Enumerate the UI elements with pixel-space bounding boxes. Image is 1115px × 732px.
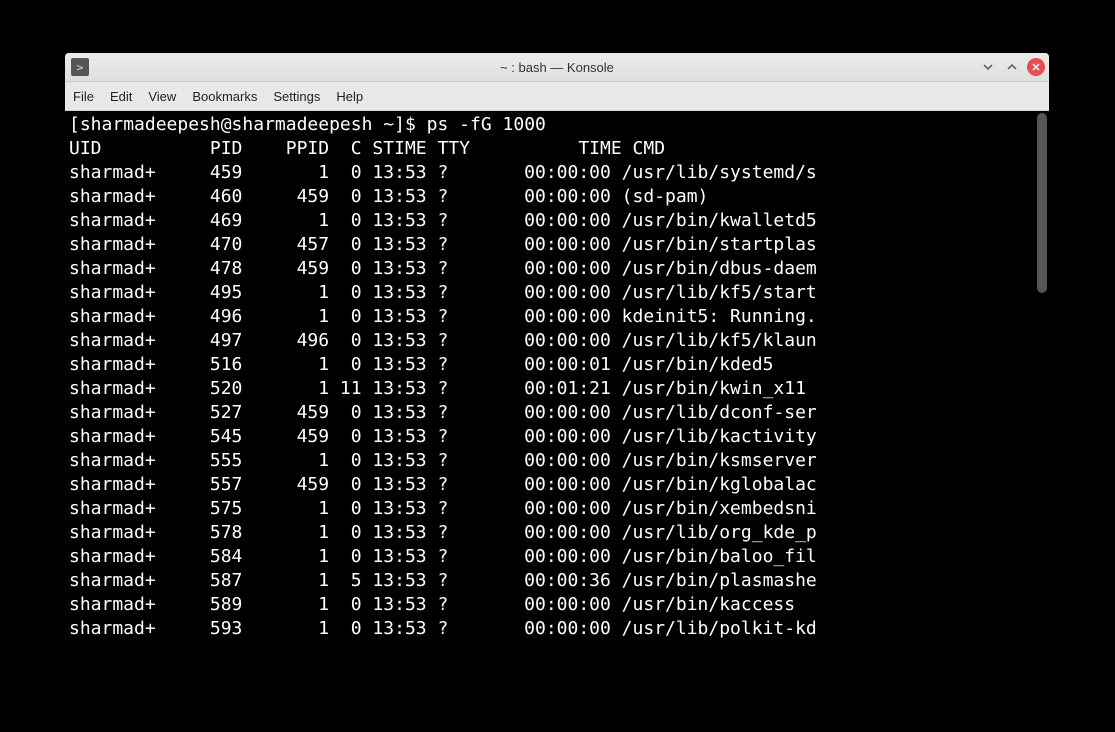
window-controls (979, 53, 1045, 81)
ps-row: sharmad+ 578 1 0 13:53 ? 00:00:00 /usr/l… (69, 521, 1045, 545)
ps-row: sharmad+ 593 1 0 13:53 ? 00:00:00 /usr/l… (69, 617, 1045, 641)
ps-row: sharmad+ 557 459 0 13:53 ? 00:00:00 /usr… (69, 473, 1045, 497)
menu-settings[interactable]: Settings (273, 89, 320, 104)
ps-row: sharmad+ 497 496 0 13:53 ? 00:00:00 /usr… (69, 329, 1045, 353)
ps-row: sharmad+ 470 457 0 13:53 ? 00:00:00 /usr… (69, 233, 1045, 257)
menu-help[interactable]: Help (336, 89, 363, 104)
ps-row: sharmad+ 545 459 0 13:53 ? 00:00:00 /usr… (69, 425, 1045, 449)
menubar: File Edit View Bookmarks Settings Help (65, 82, 1049, 111)
ps-row: sharmad+ 478 459 0 13:53 ? 00:00:00 /usr… (69, 257, 1045, 281)
titlebar[interactable]: > ~ : bash — Konsole (65, 53, 1049, 82)
terminal-area[interactable]: [sharmadeepesh@sharmadeepesh ~]$ ps -fG … (65, 111, 1049, 653)
ps-row: sharmad+ 495 1 0 13:53 ? 00:00:00 /usr/l… (69, 281, 1045, 305)
konsole-app-icon: > (71, 58, 89, 76)
scrollbar-thumb[interactable] (1037, 113, 1047, 293)
ps-row: sharmad+ 459 1 0 13:53 ? 00:00:00 /usr/l… (69, 161, 1045, 185)
ps-row: sharmad+ 527 459 0 13:53 ? 00:00:00 /usr… (69, 401, 1045, 425)
prompt-line: [sharmadeepesh@sharmadeepesh ~]$ ps -fG … (69, 113, 1045, 137)
terminal-output[interactable]: [sharmadeepesh@sharmadeepesh ~]$ ps -fG … (65, 111, 1049, 653)
menu-edit[interactable]: Edit (110, 89, 132, 104)
ps-row: sharmad+ 589 1 0 13:53 ? 00:00:00 /usr/b… (69, 593, 1045, 617)
window-title: ~ : bash — Konsole (65, 60, 1049, 75)
ps-row: sharmad+ 520 1 11 13:53 ? 00:01:21 /usr/… (69, 377, 1045, 401)
ps-row: sharmad+ 584 1 0 13:53 ? 00:00:00 /usr/b… (69, 545, 1045, 569)
ps-row: sharmad+ 469 1 0 13:53 ? 00:00:00 /usr/b… (69, 209, 1045, 233)
menu-file[interactable]: File (73, 89, 94, 104)
ps-row: sharmad+ 587 1 5 13:53 ? 00:00:36 /usr/b… (69, 569, 1045, 593)
minimize-button[interactable] (979, 58, 997, 76)
konsole-window: > ~ : bash — Konsole File Edit View Book… (65, 53, 1049, 653)
ps-row: sharmad+ 460 459 0 13:53 ? 00:00:00 (sd-… (69, 185, 1045, 209)
ps-row: sharmad+ 496 1 0 13:53 ? 00:00:00 kdeini… (69, 305, 1045, 329)
ps-header: UID PID PPID C STIME TTY TIME CMD (69, 137, 1045, 161)
menu-view[interactable]: View (148, 89, 176, 104)
maximize-button[interactable] (1003, 58, 1021, 76)
menu-bookmarks[interactable]: Bookmarks (192, 89, 257, 104)
ps-row: sharmad+ 516 1 0 13:53 ? 00:00:01 /usr/b… (69, 353, 1045, 377)
ps-row: sharmad+ 575 1 0 13:53 ? 00:00:00 /usr/b… (69, 497, 1045, 521)
close-button[interactable] (1027, 58, 1045, 76)
ps-row: sharmad+ 555 1 0 13:53 ? 00:00:00 /usr/b… (69, 449, 1045, 473)
